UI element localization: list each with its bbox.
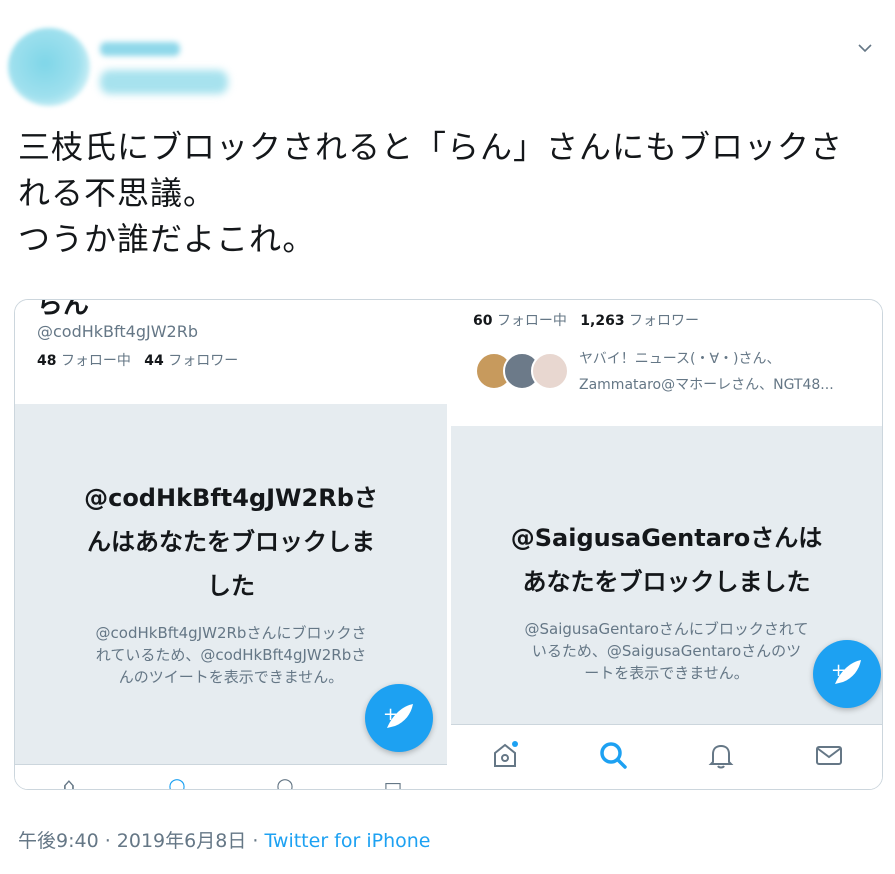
blocked-title-line: んはあなたをブロックしま [87,528,375,556]
blocked-subtext: @codHkBft4gJW2Rbさんにブロックさ れているため、@codHkBf… [15,622,447,688]
svg-text:+: + [383,704,398,725]
blocked-title-line: @SaigusaGentaroさんは [510,524,823,552]
meta-separator: · [246,830,265,852]
bell-icon[interactable] [705,739,737,771]
search-icon[interactable]: ○ [161,769,193,789]
profile-handle: @codHkBft4gJW2Rb [37,322,198,341]
tab-bar [451,724,882,789]
following-label: フォロー中 [496,313,567,329]
blocked-subtext-line: @SaigusaGentaroさんにブロックされて [524,620,809,638]
blocked-title-line: した [207,572,255,600]
followers-count: 44 [144,353,164,369]
tweet-text-line: 三枝氏にブロックされると「らん」さんにもブロックさ [18,128,844,166]
compose-feather-icon[interactable]: + [365,684,433,752]
tweet-text: 三枝氏にブロックされると「らん」さんにもブロックさ れる不思議。 つうか誰だよこ… [18,124,888,262]
blocked-subtext-line: @codHkBft4gJW2Rbさんにブロックさ [95,624,367,642]
screenshot-right[interactable]: 60 フォロー中 1,263 フォロワー ヤバイ！ニュース(・∀・)さん、 Za… [451,300,882,789]
blocked-subtext-line: れているため、@codHkBft4gJW2Rbさ [95,646,367,664]
blocked-title: @codHkBft4gJW2Rbさ んはあなたをブロックしま した [15,476,447,608]
avatar[interactable] [8,28,90,106]
followed-by-line: ヤバイ！ニュース(・∀・)さん、 [579,351,781,367]
blocked-title: @SaigusaGentaroさんは あなたをブロックしました [451,516,882,604]
avatar [531,352,569,390]
following-count: 60 [473,313,493,329]
blocked-title-line: @codHkBft4gJW2Rbさ [84,484,378,512]
followers-count: 1,263 [580,313,625,329]
display-name-redacted[interactable] [100,42,180,56]
chevron-down-icon[interactable] [857,40,873,56]
mail-icon[interactable] [813,739,845,771]
profile-name-cut: らん [37,300,90,320]
blocked-title-line: あなたをブロックしました [522,568,811,596]
follow-counts: 60 フォロー中 1,263 フォロワー [473,310,699,330]
followers-label: フォロワー [629,313,700,329]
mail-icon[interactable]: ▭ [377,769,409,789]
followers-label: フォロワー [168,353,239,369]
followed-by-line: Zammataro@マホーレさん、NGT48... [579,377,834,393]
home-icon[interactable]: ⌂ [53,769,85,789]
search-icon[interactable] [597,739,629,771]
tab-bar: ⌂ ○ ○ ▭ [15,764,447,789]
tweet-text-line: つうか誰だよこれ。 [18,220,316,258]
tweet-media[interactable]: らん @codHkBft4gJW2Rb 48 フォロー中 44 フォロワー @c… [14,299,883,790]
screenshot-left[interactable]: らん @codHkBft4gJW2Rb 48 フォロー中 44 フォロワー @c… [15,300,447,789]
tweet-source-link[interactable]: Twitter for iPhone [264,830,430,852]
following-count: 48 [37,353,57,369]
home-icon[interactable] [489,739,521,771]
tweet-text-line: れる不思議。 [18,174,217,212]
follow-counts: 48 フォロー中 44 フォロワー [37,350,238,370]
tweet-timestamp[interactable]: 午後9:40 · 2019年6月8日 [18,830,246,852]
svg-text:+: + [831,660,846,681]
handle-redacted[interactable] [100,70,228,94]
tweet-meta: 午後9:40 · 2019年6月8日 · Twitter for iPhone [18,826,430,853]
compose-feather-icon[interactable]: + [813,640,881,708]
bell-icon[interactable]: ○ [269,769,301,789]
following-label: フォロー中 [60,353,131,369]
